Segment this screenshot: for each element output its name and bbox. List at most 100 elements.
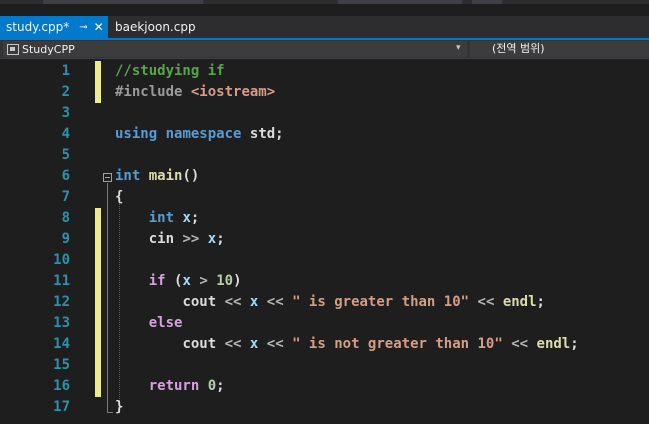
change-marker — [95, 61, 101, 82]
code-line: 12 cout << x << " is greater than 10" <<… — [0, 292, 649, 313]
punctuation: ; — [570, 336, 579, 352]
variable: x — [249, 294, 259, 310]
line-content: cout << x << " is greater than 10" << en… — [115, 292, 545, 313]
keyword: namespace — [165, 126, 242, 142]
line-number: 15 — [53, 357, 70, 373]
pin-icon[interactable]: ⊸ — [79, 22, 87, 33]
project-dropdown[interactable]: StudyCPP — [3, 41, 467, 57]
include-header: <iostream> — [190, 84, 276, 100]
line-content: { — [115, 187, 123, 208]
project-name: StudyCPP — [22, 42, 75, 56]
change-marker — [95, 250, 101, 271]
code-line: 17 } — [0, 397, 649, 418]
code-line: 8 int x; — [0, 208, 649, 229]
string-literal: " is not greater than 10" — [292, 336, 503, 352]
code-line: 4 using namespace std; — [0, 124, 649, 145]
preprocessor: #include — [115, 84, 183, 100]
change-marker — [95, 292, 101, 313]
scope-dropdown[interactable]: (전역 범위) — [470, 41, 649, 57]
change-marker — [95, 271, 101, 292]
line-content: else — [115, 313, 183, 334]
code-line: 10 — [0, 250, 649, 271]
function-name: main — [148, 168, 183, 184]
punctuation: ; — [216, 378, 225, 394]
line-number: 11 — [53, 273, 70, 289]
line-content: using namespace std; — [115, 124, 284, 145]
code-line: 16 return 0; — [0, 376, 649, 397]
line-content: int x; — [115, 208, 200, 229]
code-line: 7 { — [0, 187, 649, 208]
line-number: 17 — [53, 399, 70, 415]
line-number: 8 — [61, 210, 70, 226]
variable: x — [182, 273, 191, 289]
code-line: 14 cout << x << " is not greater than 10… — [0, 334, 649, 355]
line-content: } — [115, 397, 123, 418]
line-number: 1 — [61, 63, 70, 79]
change-marker — [95, 229, 101, 250]
operator: > — [199, 273, 208, 289]
punctuation: () — [182, 168, 200, 184]
identifier: cout — [182, 294, 217, 310]
line-number: 2 — [61, 84, 70, 100]
line-content: return 0; — [115, 376, 225, 397]
operator: << — [477, 294, 495, 310]
toolbar-remnant — [43, 0, 203, 4]
keyword: return — [148, 378, 200, 394]
line-content: cout << x << " is not greater than 10" <… — [115, 334, 579, 355]
operator: << — [511, 336, 529, 352]
brace: { — [115, 189, 124, 205]
change-marker — [95, 355, 101, 376]
toolbar-remnant — [338, 0, 462, 4]
code-line: 13 else — [0, 313, 649, 334]
function-name: endl — [536, 336, 571, 352]
line-content: #include <iostream> — [115, 82, 275, 103]
line-number: 10 — [53, 252, 70, 268]
punctuation: ; — [190, 210, 200, 226]
line-content: int main() — [115, 166, 199, 187]
operator: << — [224, 294, 242, 310]
identifier: cin — [148, 231, 175, 247]
code-line: 15 — [0, 355, 649, 376]
change-marker — [95, 82, 101, 103]
line-content: //studying if — [115, 61, 225, 82]
line-content: cin >> x; — [115, 229, 225, 250]
line-number: 12 — [53, 294, 70, 310]
close-icon[interactable]: ✕ — [94, 20, 104, 34]
identifier: std; — [249, 126, 284, 142]
string-literal: " is greater than 10" — [292, 294, 470, 310]
line-number: 7 — [61, 189, 70, 205]
variable: x — [182, 210, 191, 226]
number: 10 — [216, 273, 234, 289]
line-number: 3 — [61, 105, 70, 121]
project-icon — [7, 43, 19, 55]
variable: x — [249, 336, 259, 352]
number: 0 — [207, 378, 217, 394]
document-tab-bar: study.cpp* ⊸ ✕ baekjoon.cpp — [0, 16, 649, 40]
navigation-bar: StudyCPP ▾ (전역 범위) — [0, 40, 649, 59]
tab-baekjoon-cpp[interactable]: baekjoon.cpp — [110, 16, 220, 38]
line-number: 14 — [53, 336, 70, 352]
chevron-down-icon[interactable]: ▾ — [456, 43, 461, 53]
variable: x — [207, 231, 217, 247]
brace: } — [115, 399, 124, 415]
line-number: 5 — [61, 147, 70, 163]
operator: << — [224, 336, 242, 352]
top-strip — [0, 0, 649, 4]
tab-label: study.cpp* — [6, 20, 70, 34]
keyword: using — [115, 126, 158, 142]
code-editor[interactable]: 1 //studying if 2 #include <iostream> 3 … — [0, 59, 649, 424]
operator: << — [266, 336, 284, 352]
keyword: int — [148, 210, 175, 226]
comment: //studying if — [115, 63, 225, 79]
line-number: 6 — [61, 168, 70, 184]
code-line: 9 cin >> x; — [0, 229, 649, 250]
line-number: 16 — [53, 378, 70, 394]
tab-study-cpp[interactable]: study.cpp* ⊸ ✕ — [0, 16, 108, 38]
identifier: cout — [182, 336, 217, 352]
line-number: 4 — [61, 126, 70, 142]
toolbar-remnant — [472, 0, 502, 4]
change-marker — [95, 376, 101, 397]
line-number: 9 — [61, 231, 70, 247]
operator: << — [266, 294, 284, 310]
code-line: 11 if (x > 10) — [0, 271, 649, 292]
